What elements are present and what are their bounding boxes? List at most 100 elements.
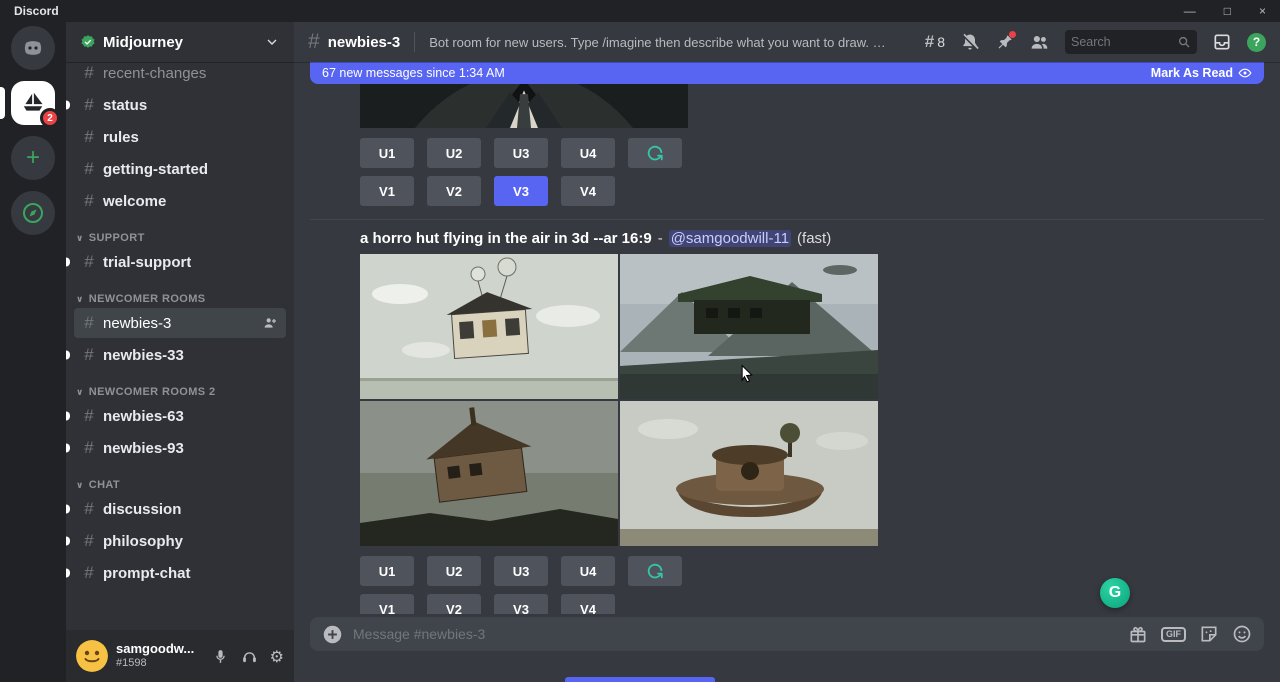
chevron-down-icon bbox=[264, 34, 280, 50]
eye-icon bbox=[1238, 66, 1252, 80]
minimize-icon[interactable]: — bbox=[1184, 5, 1196, 17]
gift-icon[interactable] bbox=[1128, 624, 1148, 644]
message-divider bbox=[310, 219, 1264, 220]
unread-indicator bbox=[66, 569, 70, 578]
v3-button-selected[interactable]: V3 bbox=[494, 176, 548, 206]
user-mention[interactable]: @samgoodwill-11 bbox=[669, 230, 791, 247]
v1-button[interactable]: V1 bbox=[360, 176, 414, 206]
add-server-button[interactable]: + bbox=[11, 136, 55, 180]
grammarly-badge[interactable]: G bbox=[1100, 578, 1130, 608]
section-newcomer-rooms[interactable]: ∨ NEWCOMER ROOMS bbox=[74, 293, 286, 305]
explore-servers-button[interactable] bbox=[11, 191, 55, 235]
hash-icon: # bbox=[82, 345, 96, 365]
window-titlebar: Discord — □ × bbox=[0, 0, 1280, 22]
home-button[interactable] bbox=[11, 26, 55, 70]
channel-status[interactable]: # status bbox=[74, 90, 286, 120]
sticker-icon[interactable] bbox=[1199, 624, 1219, 644]
mouse-cursor bbox=[738, 364, 758, 384]
section-newcomer-rooms-2[interactable]: ∨ NEWCOMER ROOMS 2 bbox=[74, 386, 286, 398]
message-input-bar[interactable]: GIF bbox=[310, 617, 1264, 651]
channel-newbies-93[interactable]: # newbies-93 bbox=[74, 433, 286, 463]
divider bbox=[414, 32, 415, 52]
compass-icon bbox=[21, 201, 45, 225]
threads-icon: # bbox=[925, 32, 934, 52]
channel-recent-changes[interactable]: # recent-changes bbox=[74, 62, 286, 88]
chevron-down-icon: ∨ bbox=[76, 480, 84, 491]
search-input[interactable] bbox=[1071, 35, 1173, 49]
channel-newbies-3-active[interactable]: # newbies-3 bbox=[74, 308, 286, 338]
channel-topic[interactable]: Bot room for new users. Type /imagine th… bbox=[429, 35, 889, 50]
u1-button[interactable]: U1 bbox=[360, 138, 414, 168]
grid-image-4[interactable] bbox=[620, 401, 878, 546]
headphones-icon[interactable] bbox=[241, 648, 258, 665]
hash-icon: # bbox=[82, 499, 96, 519]
hash-icon: # bbox=[82, 252, 96, 272]
v3-button[interactable]: V3 bbox=[494, 594, 548, 614]
app-title: Discord bbox=[14, 4, 59, 18]
search-bar[interactable] bbox=[1065, 30, 1197, 54]
gif-picker-icon[interactable]: GIF bbox=[1161, 627, 1186, 642]
u3-button[interactable]: U3 bbox=[494, 556, 548, 586]
chevron-down-icon: ∨ bbox=[76, 294, 84, 305]
u3-button[interactable]: U3 bbox=[494, 138, 548, 168]
section-support[interactable]: ∨ SUPPORT bbox=[74, 232, 286, 244]
hash-icon: # bbox=[82, 191, 96, 211]
hash-icon: # bbox=[82, 63, 96, 83]
gear-icon[interactable]: ⚙ bbox=[270, 647, 284, 666]
channel-discussion[interactable]: # discussion bbox=[74, 494, 286, 524]
grid-image-1[interactable] bbox=[360, 254, 618, 399]
u2-button[interactable]: U2 bbox=[427, 556, 481, 586]
v1-button[interactable]: V1 bbox=[360, 594, 414, 614]
avatar[interactable] bbox=[76, 640, 108, 672]
channel-getting-started[interactable]: # getting-started bbox=[74, 154, 286, 184]
server-name: Midjourney bbox=[103, 34, 257, 51]
hash-icon: # bbox=[82, 95, 96, 115]
server-header[interactable]: Midjourney bbox=[66, 22, 294, 62]
section-chat[interactable]: ∨ CHAT bbox=[74, 479, 286, 491]
microphone-icon[interactable] bbox=[212, 648, 229, 665]
new-messages-bar[interactable]: 67 new messages since 1:34 AM Mark As Re… bbox=[310, 62, 1264, 84]
server-icon-midjourney[interactable]: 2 bbox=[11, 81, 55, 125]
generated-image-grid[interactable] bbox=[360, 254, 878, 546]
u2-button[interactable]: U2 bbox=[427, 138, 481, 168]
v4-button[interactable]: V4 bbox=[561, 594, 615, 614]
main-area: # newbies-3 Bot room for new users. Type… bbox=[294, 22, 1280, 682]
message-input[interactable] bbox=[353, 626, 1118, 642]
hash-icon: # bbox=[308, 30, 320, 54]
notifications-muted-icon[interactable] bbox=[960, 32, 980, 52]
pinned-messages-icon[interactable] bbox=[995, 33, 1014, 52]
channel-rules[interactable]: # rules bbox=[74, 122, 286, 152]
u4-button[interactable]: U4 bbox=[561, 556, 615, 586]
reroll-button[interactable] bbox=[628, 556, 682, 586]
help-icon[interactable]: ? bbox=[1247, 33, 1266, 52]
reroll-button[interactable] bbox=[628, 138, 682, 168]
variation-button-row-prev: V1 V2 V3 V4 bbox=[360, 176, 1280, 206]
grid-image-3[interactable] bbox=[360, 401, 618, 546]
refresh-icon bbox=[646, 144, 664, 162]
maximize-icon[interactable]: □ bbox=[1224, 5, 1231, 17]
u4-button[interactable]: U4 bbox=[561, 138, 615, 168]
attach-plus-icon[interactable] bbox=[322, 624, 343, 645]
emoji-icon[interactable] bbox=[1232, 624, 1252, 644]
variation-button-row: V1 V2 V3 V4 bbox=[360, 594, 1280, 614]
user-info[interactable]: samgoodw... #1598 bbox=[116, 642, 204, 670]
inbox-icon[interactable] bbox=[1212, 32, 1232, 52]
channel-newbies-33[interactable]: # newbies-33 bbox=[74, 340, 286, 370]
create-invite-icon[interactable] bbox=[262, 315, 278, 331]
channel-philosophy[interactable]: # philosophy bbox=[74, 526, 286, 556]
u1-button[interactable]: U1 bbox=[360, 556, 414, 586]
channel-welcome[interactable]: # welcome bbox=[74, 186, 286, 216]
v4-button[interactable]: V4 bbox=[561, 176, 615, 206]
channel-prompt-chat[interactable]: # prompt-chat bbox=[74, 558, 286, 588]
channel-newbies-63[interactable]: # newbies-63 bbox=[74, 401, 286, 431]
close-icon[interactable]: × bbox=[1259, 5, 1266, 17]
mark-as-read-button[interactable]: Mark As Read bbox=[1151, 66, 1252, 80]
upscale-button-row: U1 U2 U3 U4 bbox=[360, 556, 1280, 586]
active-server-pill bbox=[0, 87, 5, 119]
threads-button[interactable]: # 8 bbox=[925, 32, 945, 52]
v2-button[interactable]: V2 bbox=[427, 594, 481, 614]
unread-indicator bbox=[66, 505, 70, 514]
channel-trial-support[interactable]: # trial-support bbox=[74, 247, 286, 277]
member-list-icon[interactable] bbox=[1029, 32, 1050, 53]
v2-button[interactable]: V2 bbox=[427, 176, 481, 206]
